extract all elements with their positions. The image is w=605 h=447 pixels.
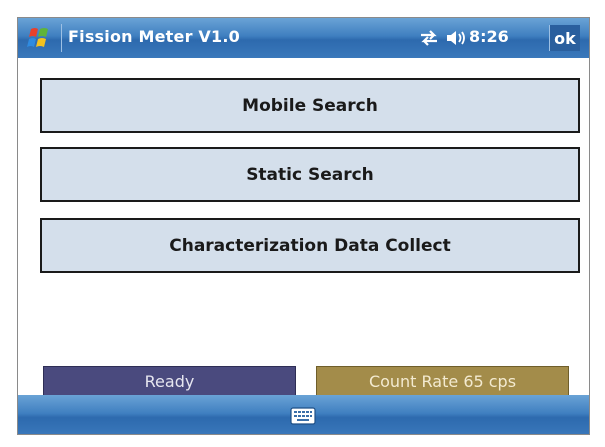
status-indicator: Ready (43, 366, 296, 396)
title-separator (61, 24, 62, 52)
title-bar: Fission Meter V1.0 8:26 ok (18, 18, 589, 58)
static-search-button[interactable]: Static Search (40, 147, 580, 202)
ok-button[interactable]: ok (549, 25, 580, 51)
keyboard-icon[interactable] (290, 407, 316, 425)
count-rate-display: Count Rate 65 cps (316, 366, 569, 396)
mobile-search-button[interactable]: Mobile Search (40, 78, 580, 133)
volume-icon[interactable] (445, 29, 467, 47)
soft-menu-bar (18, 395, 589, 434)
windows-start-icon[interactable] (25, 25, 53, 51)
connectivity-icon[interactable] (419, 29, 439, 47)
main-content: Mobile Search Static Search Characteriza… (18, 58, 589, 396)
pda-window: Fission Meter V1.0 8:26 ok Mobile Search… (17, 17, 590, 435)
app-title: Fission Meter V1.0 (68, 27, 240, 46)
clock[interactable]: 8:26 (469, 27, 509, 46)
characterization-data-collect-button[interactable]: Characterization Data Collect (40, 218, 580, 273)
